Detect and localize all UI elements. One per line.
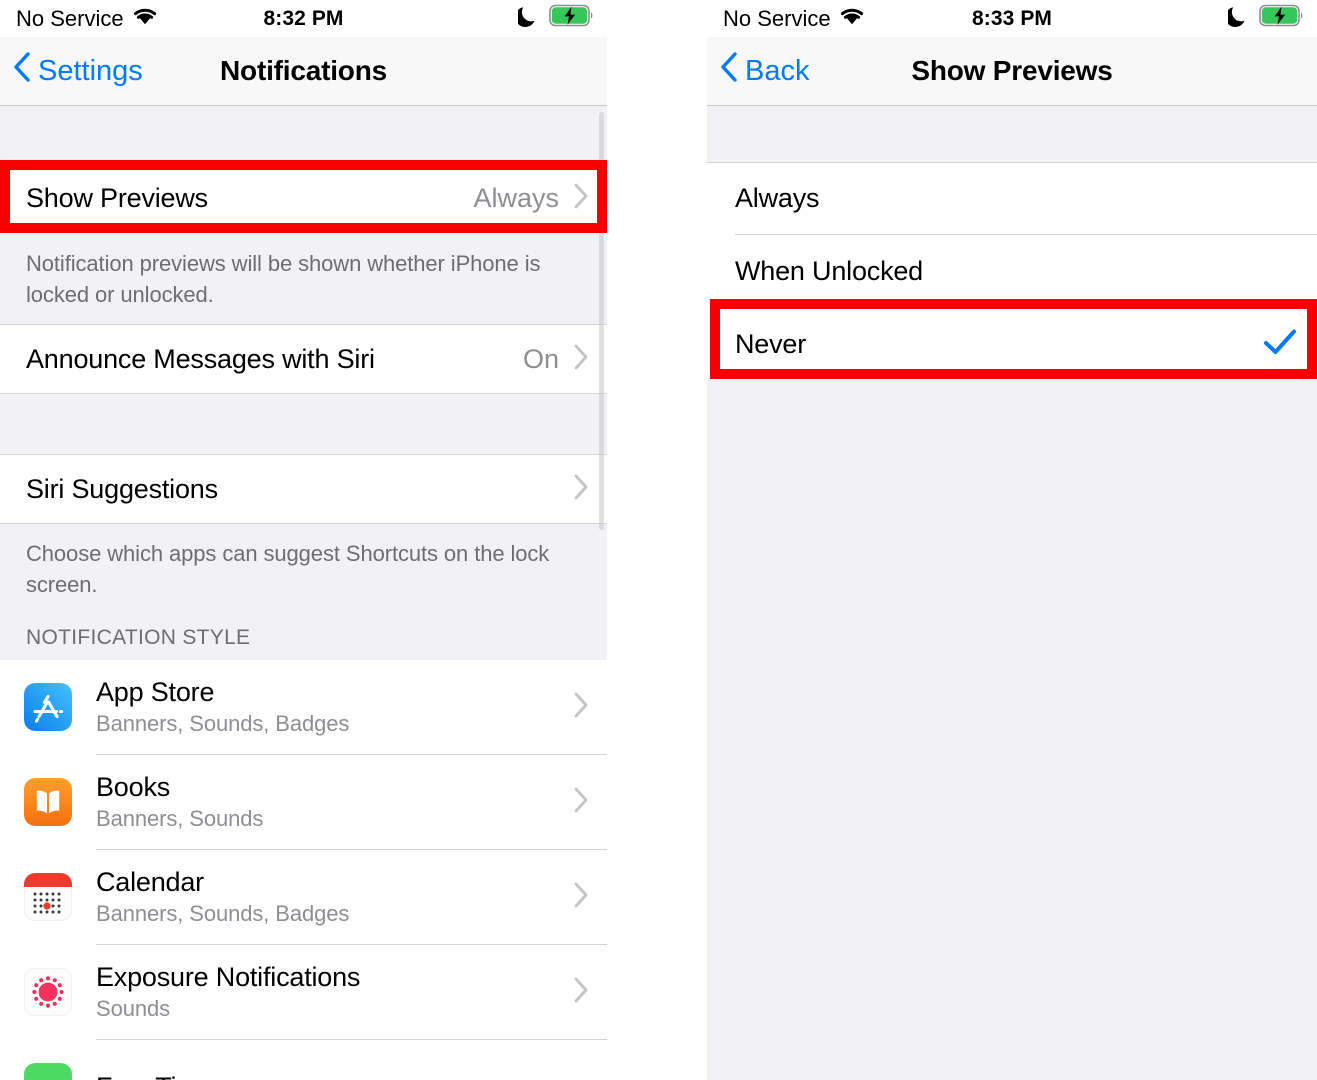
show-previews-value: Always (473, 182, 559, 213)
show-previews-options-group: Always When Unlocked Never (707, 162, 1317, 380)
app-row-facetime[interactable]: FaceTime (0, 1040, 607, 1080)
list-gap-1 (0, 394, 607, 454)
show-previews-footer: Notification previews will be shown whet… (0, 234, 607, 324)
option-label: Always (735, 183, 820, 213)
notification-style-header: NOTIFICATION STYLE (0, 600, 607, 660)
chevron-right-icon (573, 976, 589, 1009)
app-row-books[interactable]: Books Banners, Sounds (0, 755, 607, 849)
siri-suggestions-footer: Choose which apps can suggest Shortcuts … (0, 524, 607, 600)
status-bar-right (515, 4, 595, 33)
page-title: Show Previews (911, 55, 1113, 86)
siri-suggestions-label: Siri Suggestions (26, 473, 218, 504)
notification-style-app-list: App Store Banners, Sounds, Badges Books … (0, 660, 607, 1080)
app-subtitle: Banners, Sounds, Badges (96, 900, 350, 926)
app-text-app-store: App Store Banners, Sounds, Badges (96, 676, 573, 739)
app-subtitle: Banners, Sounds (96, 805, 264, 831)
siri-suggestions-group: Siri Suggestions (0, 454, 607, 524)
show-previews-group: Show Previews Always (0, 162, 607, 234)
chevron-right-icon (573, 473, 589, 506)
status-bar: No Service 8:33 PM (707, 0, 1317, 37)
app-name: Calendar (96, 866, 204, 897)
option-label: Never (735, 328, 807, 359)
announce-messages-label: Announce Messages with Siri (26, 343, 375, 374)
announce-messages-value: On (522, 343, 559, 374)
clock-label: 8:33 PM (971, 6, 1053, 30)
list-top-spacer (0, 106, 607, 162)
option-row-when-unlocked[interactable]: When Unlocked (707, 235, 1317, 307)
app-name: App Store (96, 676, 215, 707)
app-name: FaceTime (96, 1071, 589, 1080)
left-phone-screen: No Service 8:32 PM Settings Notification… (0, 0, 607, 1080)
app-text-facetime: FaceTime (96, 1071, 589, 1080)
announce-messages-row[interactable]: Announce Messages with Siri On (0, 324, 607, 394)
option-row-always[interactable]: Always (707, 162, 1317, 234)
list-top-spacer (707, 106, 1317, 162)
app-store-icon (24, 683, 72, 731)
clock-label: 8:32 PM (263, 6, 344, 30)
app-row-app-store[interactable]: App Store Banners, Sounds, Badges (0, 660, 607, 754)
app-subtitle: Banners, Sounds, Badges (96, 710, 350, 736)
announce-messages-group: Announce Messages with Siri On (0, 324, 607, 394)
show-previews-row[interactable]: Show Previews Always (0, 162, 607, 234)
app-text-calendar: Calendar Banners, Sounds, Badges (96, 866, 573, 929)
option-row-never[interactable]: Never (707, 308, 1317, 380)
show-previews-label: Show Previews (26, 182, 208, 213)
app-row-exposure-notifications[interactable]: Exposure Notifications Sounds (0, 945, 607, 1039)
page-title: Notifications (220, 55, 387, 86)
calendar-icon (24, 873, 72, 921)
facetime-icon (24, 1063, 72, 1080)
moon-icon (1225, 5, 1247, 33)
app-subtitle: Sounds (96, 995, 171, 1021)
app-name: Books (96, 771, 171, 802)
app-name: Exposure Notifications (96, 961, 361, 992)
navigation-bar: Back Show Previews (707, 37, 1317, 106)
chevron-right-icon (573, 343, 589, 376)
exposure-notifications-icon (24, 968, 72, 1016)
books-icon (24, 778, 72, 826)
empty-list-area (707, 380, 1317, 1070)
chevron-right-icon (573, 182, 589, 215)
battery-charging-icon (1259, 4, 1305, 33)
app-row-calendar[interactable]: Calendar Banners, Sounds, Badges (0, 850, 607, 944)
status-bar: No Service 8:32 PM (0, 0, 607, 37)
app-text-exposure-notifications: Exposure Notifications Sounds (96, 961, 573, 1024)
siri-suggestions-row[interactable]: Siri Suggestions (0, 454, 607, 524)
dual-screenshot-container: No Service 8:32 PM Settings Notification… (0, 0, 1317, 1080)
checkmark-icon (1263, 328, 1297, 361)
app-text-books: Books Banners, Sounds (96, 771, 573, 834)
option-label: When Unlocked (735, 255, 923, 286)
navigation-bar: Settings Notifications (0, 37, 607, 106)
right-phone-screen: No Service 8:33 PM Back Show Previews Al… (707, 0, 1317, 1080)
chevron-right-icon (573, 881, 589, 914)
chevron-right-icon (573, 786, 589, 819)
battery-charging-icon (549, 4, 595, 33)
status-bar-right (1225, 4, 1305, 33)
moon-icon (515, 5, 537, 33)
vertical-scrollbar[interactable] (599, 112, 604, 530)
chevron-right-icon (573, 691, 589, 724)
